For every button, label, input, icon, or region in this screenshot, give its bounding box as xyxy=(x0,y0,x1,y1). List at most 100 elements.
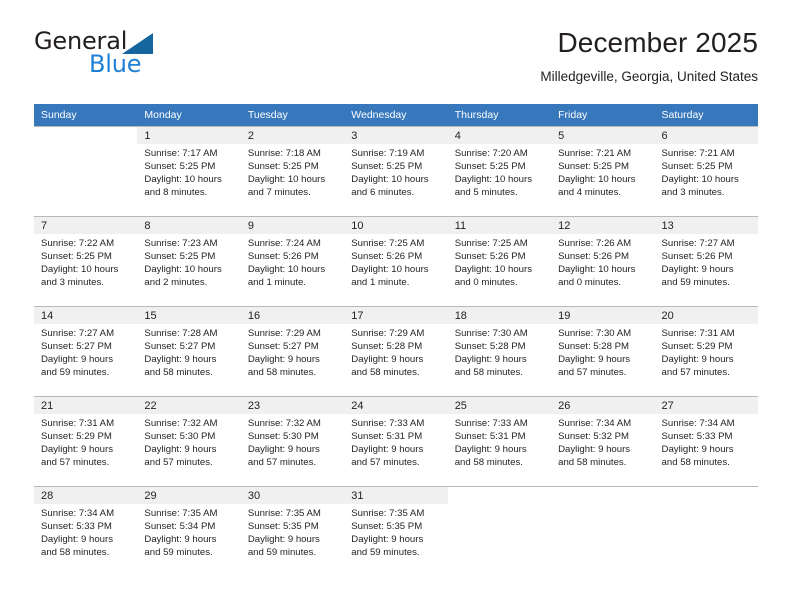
calendar-day-cell[interactable]: 18 Sunrise: 7:30 AM Sunset: 5:28 PM Dayligh… xyxy=(447,306,552,396)
day-cell-details: Sunrise: 7:35 AM Sunset: 5:35 PM Daylight:… xyxy=(344,504,447,559)
daylight-text: Daylight: 9 hours and 58 minutes. xyxy=(558,444,631,469)
calendar-day-cell[interactable]: 16 Sunrise: 7:29 AM Sunset: 5:27 PM Dayligh… xyxy=(240,306,345,396)
calendar-day-cell[interactable]: 13 Sunrise: 7:27 AM Sunset: 5:26 PM Dayligh… xyxy=(654,216,758,306)
day-cell-inner: 24 Sunrise: 7:33 AM Sunset: 5:31 PM Dayligh… xyxy=(344,396,448,486)
calendar-day-cell[interactable]: 4 Sunrise: 7:20 AM Sunset: 5:25 PM Daylight… xyxy=(447,126,552,216)
day-cell-details: Sunrise: 7:34 AM Sunset: 5:32 PM Daylight:… xyxy=(551,414,654,469)
day-cell-inner: 20 Sunrise: 7:31 AM Sunset: 5:29 PM Dayligh… xyxy=(654,306,758,396)
day-cell-details: Sunrise: 7:34 AM Sunset: 5:33 PM Daylight:… xyxy=(655,414,758,469)
sunrise-text: Sunrise: 7:27 AM xyxy=(661,238,735,249)
day-cell-details: Sunrise: 7:25 AM Sunset: 5:26 PM Daylight:… xyxy=(344,234,447,289)
sunrise-text: Sunrise: 7:20 AM xyxy=(454,148,528,159)
daylight-text: Daylight: 9 hours and 57 minutes. xyxy=(351,444,424,469)
daylight-text: Daylight: 9 hours and 57 minutes. xyxy=(144,444,217,469)
day-cell-details: Sunrise: 7:26 AM Sunset: 5:26 PM Daylight:… xyxy=(551,234,654,289)
calendar-day-cell[interactable]: 1 Sunrise: 7:17 AM Sunset: 5:25 PM Daylight… xyxy=(137,126,241,216)
sunset-text: Sunset: 5:29 PM xyxy=(41,431,112,443)
general-blue-logo[interactable]: General Blue xyxy=(34,28,214,86)
day-cell-inner: 25 Sunrise: 7:33 AM Sunset: 5:31 PM Dayligh… xyxy=(447,396,552,486)
day-number: 17 xyxy=(344,307,448,324)
sunset-text: Sunset: 5:26 PM xyxy=(351,251,423,263)
sunrise-text: Sunrise: 7:35 AM xyxy=(144,508,218,519)
calendar-day-cell[interactable]: 27 Sunrise: 7:34 AM Sunset: 5:33 PM Dayligh… xyxy=(654,396,758,486)
calendar-day-cell[interactable]: 3 Sunrise: 7:19 AM Sunset: 5:25 PM Daylight… xyxy=(344,126,448,216)
calendar-grid: Sunday Monday Tuesday Wednesday Thursday… xyxy=(34,104,758,576)
daylight-text: Daylight: 9 hours and 59 minutes. xyxy=(41,354,113,379)
day-number: 4 xyxy=(447,127,552,144)
sunrise-text: Sunrise: 7:23 AM xyxy=(144,238,218,249)
daylight-text: Daylight: 10 hours and 7 minutes. xyxy=(247,174,326,199)
sunset-text: Sunset: 5:34 PM xyxy=(144,521,216,533)
daylight-text: Daylight: 9 hours and 58 minutes. xyxy=(247,354,320,379)
day-number: 6 xyxy=(654,127,758,144)
day-number: 18 xyxy=(447,307,552,324)
day-number: 28 xyxy=(34,487,138,504)
day-cell-inner: 28 Sunrise: 7:34 AM Sunset: 5:33 PM Dayligh… xyxy=(34,486,138,576)
weekday-header-row: Sunday Monday Tuesday Wednesday Thursday… xyxy=(34,104,758,126)
day-cell-inner xyxy=(654,486,758,576)
calendar-day-cell xyxy=(34,126,138,216)
calendar-day-cell[interactable]: 23 Sunrise: 7:32 AM Sunset: 5:30 PM Dayligh… xyxy=(240,396,345,486)
sunrise-text: Sunrise: 7:33 AM xyxy=(351,418,425,429)
calendar-day-cell[interactable]: 12 Sunrise: 7:26 AM Sunset: 5:26 PM Dayligh… xyxy=(551,216,655,306)
calendar-day-cell[interactable]: 10 Sunrise: 7:25 AM Sunset: 5:26 PM Dayligh… xyxy=(344,216,448,306)
daylight-text: Daylight: 9 hours and 59 minutes. xyxy=(661,264,734,289)
weekday-header-saturday: Saturday xyxy=(654,104,758,126)
day-cell-details: Sunrise: 7:19 AM Sunset: 5:25 PM Daylight:… xyxy=(344,144,447,199)
day-cell-inner: 13 Sunrise: 7:27 AM Sunset: 5:26 PM Dayligh… xyxy=(654,216,758,306)
calendar-body: 1 Sunrise: 7:17 AM Sunset: 5:25 PM Daylight… xyxy=(34,126,758,576)
calendar-day-cell[interactable]: 28 Sunrise: 7:34 AM Sunset: 5:33 PM Dayligh… xyxy=(34,486,138,576)
day-number: 26 xyxy=(551,397,655,414)
calendar-day-cell xyxy=(447,486,552,576)
sunrise-text: Sunrise: 7:27 AM xyxy=(41,328,115,339)
day-number: 20 xyxy=(654,307,758,324)
calendar-week-row: 14 Sunrise: 7:27 AM Sunset: 5:27 PM Dayligh… xyxy=(34,306,758,396)
sunset-text: Sunset: 5:26 PM xyxy=(661,251,733,263)
page-header: General Blue December 2025 Milledgeville… xyxy=(34,27,758,98)
sunrise-text: Sunrise: 7:19 AM xyxy=(351,148,425,159)
calendar-day-cell[interactable]: 11 Sunrise: 7:25 AM Sunset: 5:26 PM Dayligh… xyxy=(447,216,552,306)
calendar-day-cell[interactable]: 15 Sunrise: 7:28 AM Sunset: 5:27 PM Dayligh… xyxy=(137,306,241,396)
calendar-day-cell xyxy=(551,486,655,576)
daylight-text: Daylight: 9 hours and 59 minutes. xyxy=(351,534,424,559)
calendar-day-cell[interactable]: 21 Sunrise: 7:31 AM Sunset: 5:29 PM Dayligh… xyxy=(34,396,138,486)
calendar-day-cell[interactable]: 26 Sunrise: 7:34 AM Sunset: 5:32 PM Dayligh… xyxy=(551,396,655,486)
calendar-day-cell[interactable]: 14 Sunrise: 7:27 AM Sunset: 5:27 PM Dayligh… xyxy=(34,306,138,396)
calendar-day-cell[interactable]: 17 Sunrise: 7:29 AM Sunset: 5:28 PM Dayligh… xyxy=(344,306,448,396)
daylight-text: Daylight: 9 hours and 59 minutes. xyxy=(144,534,217,559)
calendar-day-cell[interactable]: 5 Sunrise: 7:21 AM Sunset: 5:25 PM Daylight… xyxy=(551,126,655,216)
daylight-text: Daylight: 10 hours and 2 minutes. xyxy=(144,264,222,289)
sunset-text: Sunset: 5:32 PM xyxy=(558,431,630,443)
sunset-text: Sunset: 5:30 PM xyxy=(144,431,216,443)
calendar-day-cell[interactable]: 7 Sunrise: 7:22 AM Sunset: 5:25 PM Daylight… xyxy=(34,216,138,306)
calendar-day-cell[interactable]: 22 Sunrise: 7:32 AM Sunset: 5:30 PM Dayligh… xyxy=(137,396,241,486)
calendar-day-cell[interactable]: 20 Sunrise: 7:31 AM Sunset: 5:29 PM Dayligh… xyxy=(654,306,758,396)
calendar-day-cell[interactable]: 9 Sunrise: 7:24 AM Sunset: 5:26 PM Daylight… xyxy=(240,216,345,306)
weekday-header-monday: Monday xyxy=(137,104,241,126)
daylight-text: Daylight: 9 hours and 57 minutes. xyxy=(41,444,113,469)
calendar-day-cell[interactable]: 25 Sunrise: 7:33 AM Sunset: 5:31 PM Dayligh… xyxy=(447,396,552,486)
calendar-day-cell[interactable]: 6 Sunrise: 7:21 AM Sunset: 5:25 PM Daylight… xyxy=(654,126,758,216)
day-cell-inner: 18 Sunrise: 7:30 AM Sunset: 5:28 PM Dayligh… xyxy=(447,306,552,396)
daylight-text: Daylight: 9 hours and 58 minutes. xyxy=(454,354,527,379)
weekday-header-wednesday: Wednesday xyxy=(344,104,448,126)
calendar-day-cell[interactable]: 31 Sunrise: 7:35 AM Sunset: 5:35 PM Dayligh… xyxy=(344,486,448,576)
calendar-day-cell[interactable]: 30 Sunrise: 7:35 AM Sunset: 5:35 PM Dayligh… xyxy=(240,486,345,576)
day-cell-details: Sunrise: 7:23 AM Sunset: 5:25 PM Daylight:… xyxy=(137,234,240,289)
calendar-day-cell[interactable]: 19 Sunrise: 7:30 AM Sunset: 5:28 PM Dayligh… xyxy=(551,306,655,396)
calendar-day-cell[interactable]: 2 Sunrise: 7:18 AM Sunset: 5:25 PM Daylight… xyxy=(240,126,345,216)
day-cell-details: Sunrise: 7:25 AM Sunset: 5:26 PM Daylight:… xyxy=(448,234,551,289)
calendar-day-cell[interactable]: 29 Sunrise: 7:35 AM Sunset: 5:34 PM Dayligh… xyxy=(137,486,241,576)
calendar-day-cell[interactable]: 8 Sunrise: 7:23 AM Sunset: 5:25 PM Daylight… xyxy=(137,216,241,306)
day-number: 22 xyxy=(137,397,241,414)
day-cell-details: Sunrise: 7:30 AM Sunset: 5:28 PM Daylight:… xyxy=(551,324,654,379)
day-cell-inner: 4 Sunrise: 7:20 AM Sunset: 5:25 PM Daylight… xyxy=(447,126,552,216)
sunrise-text: Sunrise: 7:32 AM xyxy=(247,418,321,429)
day-number: 2 xyxy=(240,127,345,144)
day-cell-inner: 21 Sunrise: 7:31 AM Sunset: 5:29 PM Dayligh… xyxy=(34,396,138,486)
sunrise-text: Sunrise: 7:30 AM xyxy=(454,328,528,339)
day-number: 25 xyxy=(447,397,552,414)
weekday-header-sunday: Sunday xyxy=(34,104,138,126)
day-cell-inner: 26 Sunrise: 7:34 AM Sunset: 5:32 PM Dayligh… xyxy=(551,396,655,486)
calendar-day-cell[interactable]: 24 Sunrise: 7:33 AM Sunset: 5:31 PM Dayligh… xyxy=(344,396,448,486)
